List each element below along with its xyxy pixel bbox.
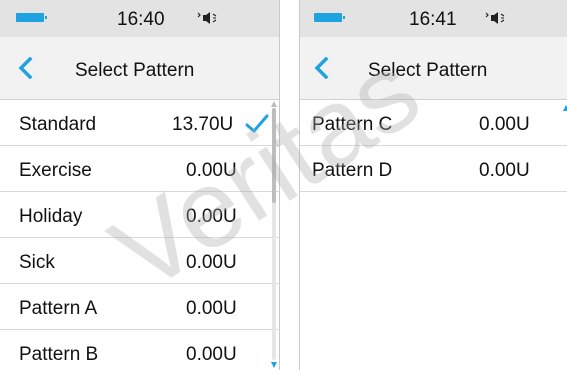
chevron-left-icon[interactable]: [313, 57, 329, 79]
scrollbar[interactable]: [272, 108, 276, 360]
pump-screen-left: 16:40 Select Pattern Standard 13.70U Exe…: [0, 0, 280, 370]
list-item-pattern-d[interactable]: Pattern D 0.00U: [300, 147, 567, 192]
list-item-standard[interactable]: Standard 13.70U: [0, 101, 279, 146]
pattern-name: Pattern B: [19, 344, 99, 365]
pattern-name: Sick: [19, 252, 55, 273]
pattern-value: 0.00U: [186, 344, 237, 365]
pattern-value: 0.00U: [186, 206, 237, 227]
pattern-value: 13.70U: [172, 114, 234, 135]
scroll-thumb[interactable]: [272, 108, 276, 203]
scroll-up-icon[interactable]: [270, 100, 278, 108]
list-item-pattern-a[interactable]: Pattern A 0.00U: [0, 285, 279, 330]
status-bar: 16:40: [0, 0, 279, 37]
pattern-value: 0.00U: [186, 160, 237, 181]
list-item-pattern-c[interactable]: Pattern C 0.00U: [300, 101, 567, 146]
pattern-name: Standard: [19, 114, 97, 135]
status-bar: 16:41: [300, 0, 567, 37]
checkmark-icon: [245, 114, 269, 133]
speaker-icon: [197, 12, 217, 24]
pump-screen-right: 16:41 Select Pattern Pattern C 0.00U Pat…: [299, 0, 567, 370]
pattern-value: 0.00U: [186, 252, 237, 273]
title-bar: Select Pattern: [300, 37, 567, 100]
pattern-name: Pattern A: [19, 298, 98, 319]
list-item-holiday[interactable]: Holiday 0.00U: [0, 193, 279, 238]
clock: 16:41: [409, 9, 457, 30]
title-bar: Select Pattern: [0, 37, 279, 100]
list-item-pattern-b[interactable]: Pattern B 0.00U: [0, 331, 279, 370]
page-title: Select Pattern: [368, 60, 488, 81]
pattern-value: 0.00U: [186, 298, 237, 319]
page-title: Select Pattern: [75, 60, 195, 81]
pattern-name: Pattern C: [312, 114, 393, 135]
clock: 16:40: [117, 9, 165, 30]
pattern-list: Pattern C 0.00U Pattern D 0.00U: [300, 100, 567, 192]
pattern-name: Pattern D: [312, 160, 393, 181]
list-item-exercise[interactable]: Exercise 0.00U: [0, 147, 279, 192]
list-item-sick[interactable]: Sick 0.00U: [0, 239, 279, 284]
pattern-list: Standard 13.70U Exercise 0.00U Holiday 0…: [0, 100, 279, 370]
pattern-name: Holiday: [19, 206, 83, 227]
chevron-left-icon[interactable]: [17, 57, 33, 79]
pattern-value: 0.00U: [479, 160, 530, 181]
scroll-down-icon[interactable]: [270, 361, 278, 369]
pattern-name: Exercise: [19, 160, 92, 181]
scroll-up-icon[interactable]: [562, 104, 567, 112]
battery-icon: [16, 13, 47, 22]
pattern-value: 0.00U: [479, 114, 530, 135]
speaker-icon: [485, 12, 505, 24]
battery-icon: [314, 13, 345, 22]
